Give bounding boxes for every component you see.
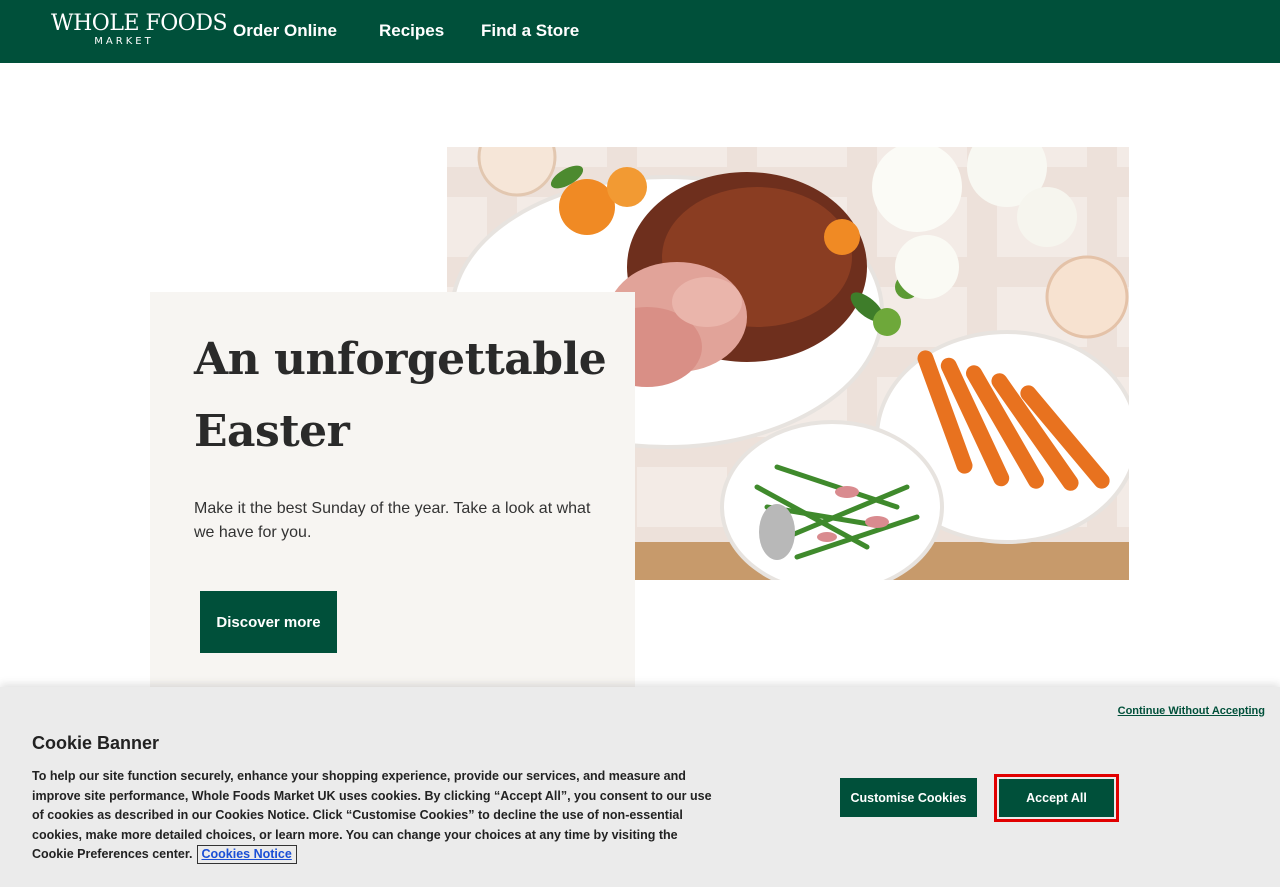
continue-without-accepting-link[interactable]: Continue Without Accepting xyxy=(1118,705,1265,717)
hero-title: An unforgettable Easter xyxy=(194,334,607,457)
logo-wordmark: WHOLE FOODS xyxy=(51,11,228,36)
whole-foods-logo[interactable]: WHOLE FOODS MARKET xyxy=(51,11,228,52)
nav-order-online[interactable]: Order Online xyxy=(233,20,337,42)
cookie-banner-body: To help our site function securely, enha… xyxy=(32,769,712,861)
site-header: WHOLE FOODS MARKET Order Online Recipes … xyxy=(0,0,1280,63)
customise-cookies-button[interactable]: Customise Cookies xyxy=(840,778,977,817)
cookie-banner: Continue Without Accepting Cookie Banner… xyxy=(0,687,1280,887)
hero-description: Make it the best Sunday of the year. Tak… xyxy=(194,500,591,541)
accept-all-button[interactable]: Accept All xyxy=(999,779,1114,817)
cookie-banner-text: To help our site function securely, enha… xyxy=(32,767,712,865)
logo-subtitle: MARKET xyxy=(94,36,154,47)
nav-find-a-store[interactable]: Find a Store xyxy=(481,20,579,42)
cookie-banner-title: Cookie Banner xyxy=(32,733,160,753)
nav-recipes[interactable]: Recipes xyxy=(379,20,444,42)
discover-more-button[interactable]: Discover more xyxy=(200,591,337,653)
hero-card: An unforgettable Easter Make it the best… xyxy=(150,292,635,687)
accept-all-focus-outline: Accept All xyxy=(994,774,1119,822)
cookies-notice-link[interactable]: Cookies Notice xyxy=(196,845,297,864)
